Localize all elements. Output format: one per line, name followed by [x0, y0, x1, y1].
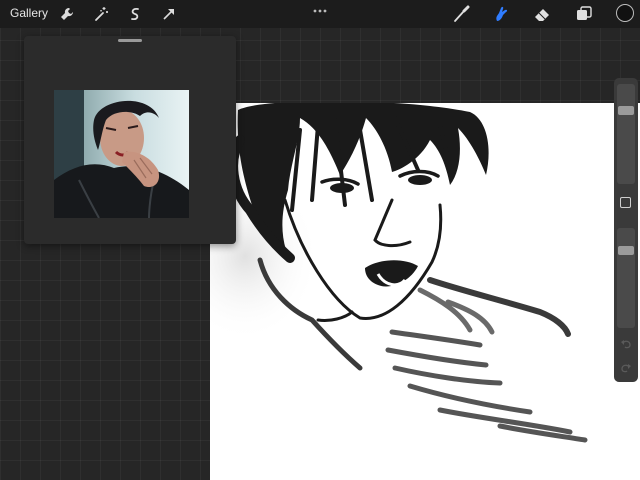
- undo-icon[interactable]: [620, 338, 632, 350]
- reference-photo: [54, 90, 189, 218]
- smudge-icon[interactable]: [492, 5, 510, 23]
- s-curve-icon[interactable]: [126, 5, 144, 23]
- top-toolbar: Gallery: [0, 0, 640, 28]
- drawing-canvas[interactable]: [210, 103, 640, 480]
- redo-icon[interactable]: [620, 362, 632, 374]
- reference-window[interactable]: [24, 36, 236, 244]
- modify-button[interactable]: [620, 197, 631, 208]
- brush-icon[interactable]: [452, 5, 470, 23]
- brush-size-slider[interactable]: [617, 84, 635, 184]
- magic-wand-icon[interactable]: [92, 5, 110, 23]
- layers-icon[interactable]: [575, 5, 593, 23]
- arrow-cursor-icon[interactable]: [160, 5, 178, 23]
- gallery-button[interactable]: Gallery: [10, 6, 48, 20]
- brush-sidebar: [614, 78, 638, 382]
- color-picker-button[interactable]: [616, 4, 634, 22]
- reference-grab-handle[interactable]: [118, 39, 142, 42]
- more-dots-icon[interactable]: [311, 2, 329, 13]
- sketch-drawing: [210, 103, 588, 443]
- opacity-slider[interactable]: [617, 228, 635, 328]
- wrench-icon[interactable]: [58, 5, 76, 23]
- opacity-thumb[interactable]: [618, 246, 634, 255]
- brush-size-thumb[interactable]: [618, 106, 634, 115]
- eraser-icon[interactable]: [533, 5, 551, 23]
